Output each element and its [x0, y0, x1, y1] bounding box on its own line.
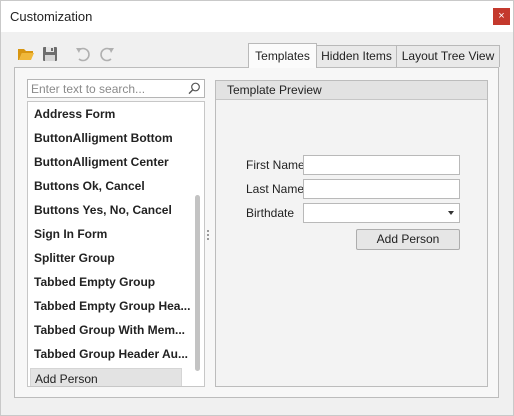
- close-button[interactable]: ×: [493, 8, 510, 25]
- undo-icon[interactable]: [74, 45, 92, 63]
- open-folder-icon[interactable]: [17, 45, 35, 63]
- first-name-label: First Name: [246, 158, 305, 172]
- list-item[interactable]: ButtonAlligment Center: [34, 152, 169, 172]
- tab-layout-tree-view[interactable]: Layout Tree View: [396, 45, 500, 67]
- tab-hidden-items[interactable]: Hidden Items: [316, 45, 397, 67]
- template-preview-panel: Template Preview First Name Last Name Bi…: [215, 80, 488, 387]
- search-box: [27, 79, 205, 98]
- birthdate-label: Birthdate: [246, 206, 295, 220]
- close-icon: ×: [498, 10, 505, 22]
- list-scrollbar[interactable]: [194, 103, 203, 385]
- list-item[interactable]: Tabbed Empty Group: [34, 272, 155, 292]
- scrollbar-thumb[interactable]: [195, 195, 200, 371]
- window-title: Customization: [10, 9, 93, 24]
- last-name-field[interactable]: [303, 179, 460, 199]
- redo-icon[interactable]: [98, 45, 116, 63]
- list-item[interactable]: Address Form: [34, 104, 115, 124]
- last-name-label: Last Name: [246, 182, 305, 196]
- customization-window: Customization × Templates Hidden Items L…: [0, 0, 514, 416]
- list-item[interactable]: Tabbed Group With Mem...: [34, 320, 185, 340]
- title-bar: Customization ×: [1, 1, 513, 32]
- list-item[interactable]: Splitter Group: [34, 248, 115, 268]
- search-input[interactable]: [31, 80, 181, 97]
- splitter-grip[interactable]: [206, 229, 210, 243]
- preview-header: Template Preview: [216, 81, 487, 100]
- first-name-field[interactable]: [303, 155, 460, 175]
- tab-templates[interactable]: Templates: [248, 43, 317, 68]
- list-item[interactable]: Tabbed Empty Group Hea...: [34, 296, 190, 316]
- list-item[interactable]: Buttons Ok, Cancel: [34, 176, 145, 196]
- list-item[interactable]: ButtonAlligment Bottom: [34, 128, 173, 148]
- birthdate-dropdown[interactable]: [303, 203, 460, 223]
- template-list: Address Form ButtonAlligment Bottom Butt…: [27, 101, 205, 387]
- list-item[interactable]: Buttons Yes, No, Cancel: [34, 200, 172, 220]
- list-item-selected[interactable]: Add Person: [30, 368, 182, 386]
- list-item[interactable]: Tabbed Group Header Au...: [34, 344, 188, 364]
- chevron-down-icon[interactable]: [448, 211, 454, 215]
- search-icon[interactable]: [188, 82, 201, 95]
- templates-panel: Address Form ButtonAlligment Bottom Butt…: [14, 67, 499, 398]
- add-person-button[interactable]: Add Person: [356, 229, 460, 250]
- save-icon[interactable]: [41, 45, 59, 63]
- list-item[interactable]: Sign In Form: [34, 224, 107, 244]
